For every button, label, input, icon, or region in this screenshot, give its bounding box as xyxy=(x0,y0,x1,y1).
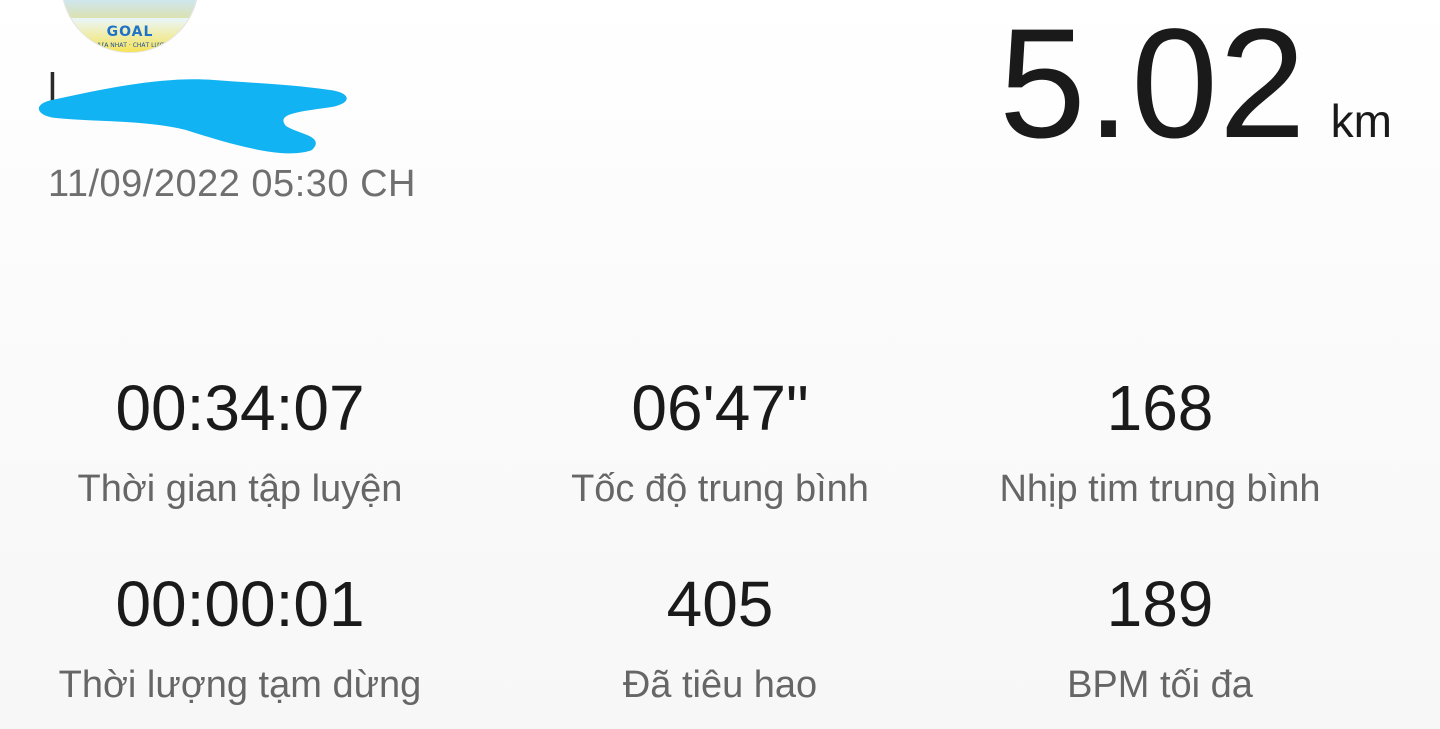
stat-avg-pace-label: Tốc độ trung bình xyxy=(571,468,869,510)
stat-pause-duration-label: Thời lượng tạm dừng xyxy=(58,664,422,706)
stat-avg-heart-rate-label: Nhịp tim trung bình xyxy=(999,468,1321,510)
stat-max-bpm: 189 BPM tối đa xyxy=(920,566,1400,726)
stat-avg-pace: 06'47" Tốc độ trung bình xyxy=(480,370,960,566)
stat-calories-burned-label: Đã tiêu hao xyxy=(622,664,818,706)
workout-datetime: 11/09/2022 05:30 CH xyxy=(48,163,416,205)
stat-avg-heart-rate: 168 Nhịp tim trung bình xyxy=(920,370,1400,566)
stat-max-bpm-label: BPM tối đa xyxy=(1067,664,1253,706)
avatar[interactable]: GOAL VỮA NHẤT · CHẤT LƯỢ xyxy=(62,0,198,52)
stat-pause-duration-value: 00:00:01 xyxy=(115,568,365,640)
avatar-banner-subtext: VỮA NHẤT · CHẤT LƯỢ xyxy=(94,42,166,49)
stat-calories-burned-value: 405 xyxy=(666,568,774,640)
distance-unit: km xyxy=(1330,95,1392,147)
stat-avg-pace-value: 06'47" xyxy=(631,372,809,444)
redaction-scribble xyxy=(38,79,347,154)
stat-max-bpm-value: 189 xyxy=(1106,568,1214,640)
avatar-banner-text: GOAL xyxy=(106,24,154,40)
stat-workout-time-value: 00:34:07 xyxy=(115,372,365,444)
stat-workout-time-label: Thời gian tập luyện xyxy=(77,468,403,510)
stat-avg-heart-rate-value: 168 xyxy=(1106,372,1214,444)
stat-pause-duration: 00:00:01 Thời lượng tạm dừng xyxy=(0,566,480,726)
distance-summary: 5.02 km xyxy=(999,6,1392,162)
stats-grid: 00:34:07 Thời gian tập luyện 06'47" Tốc … xyxy=(0,370,1440,726)
stat-workout-time: 00:34:07 Thời gian tập luyện xyxy=(0,370,480,566)
stat-calories-burned: 405 Đã tiêu hao xyxy=(480,566,960,726)
distance-value: 5.02 xyxy=(999,0,1307,171)
